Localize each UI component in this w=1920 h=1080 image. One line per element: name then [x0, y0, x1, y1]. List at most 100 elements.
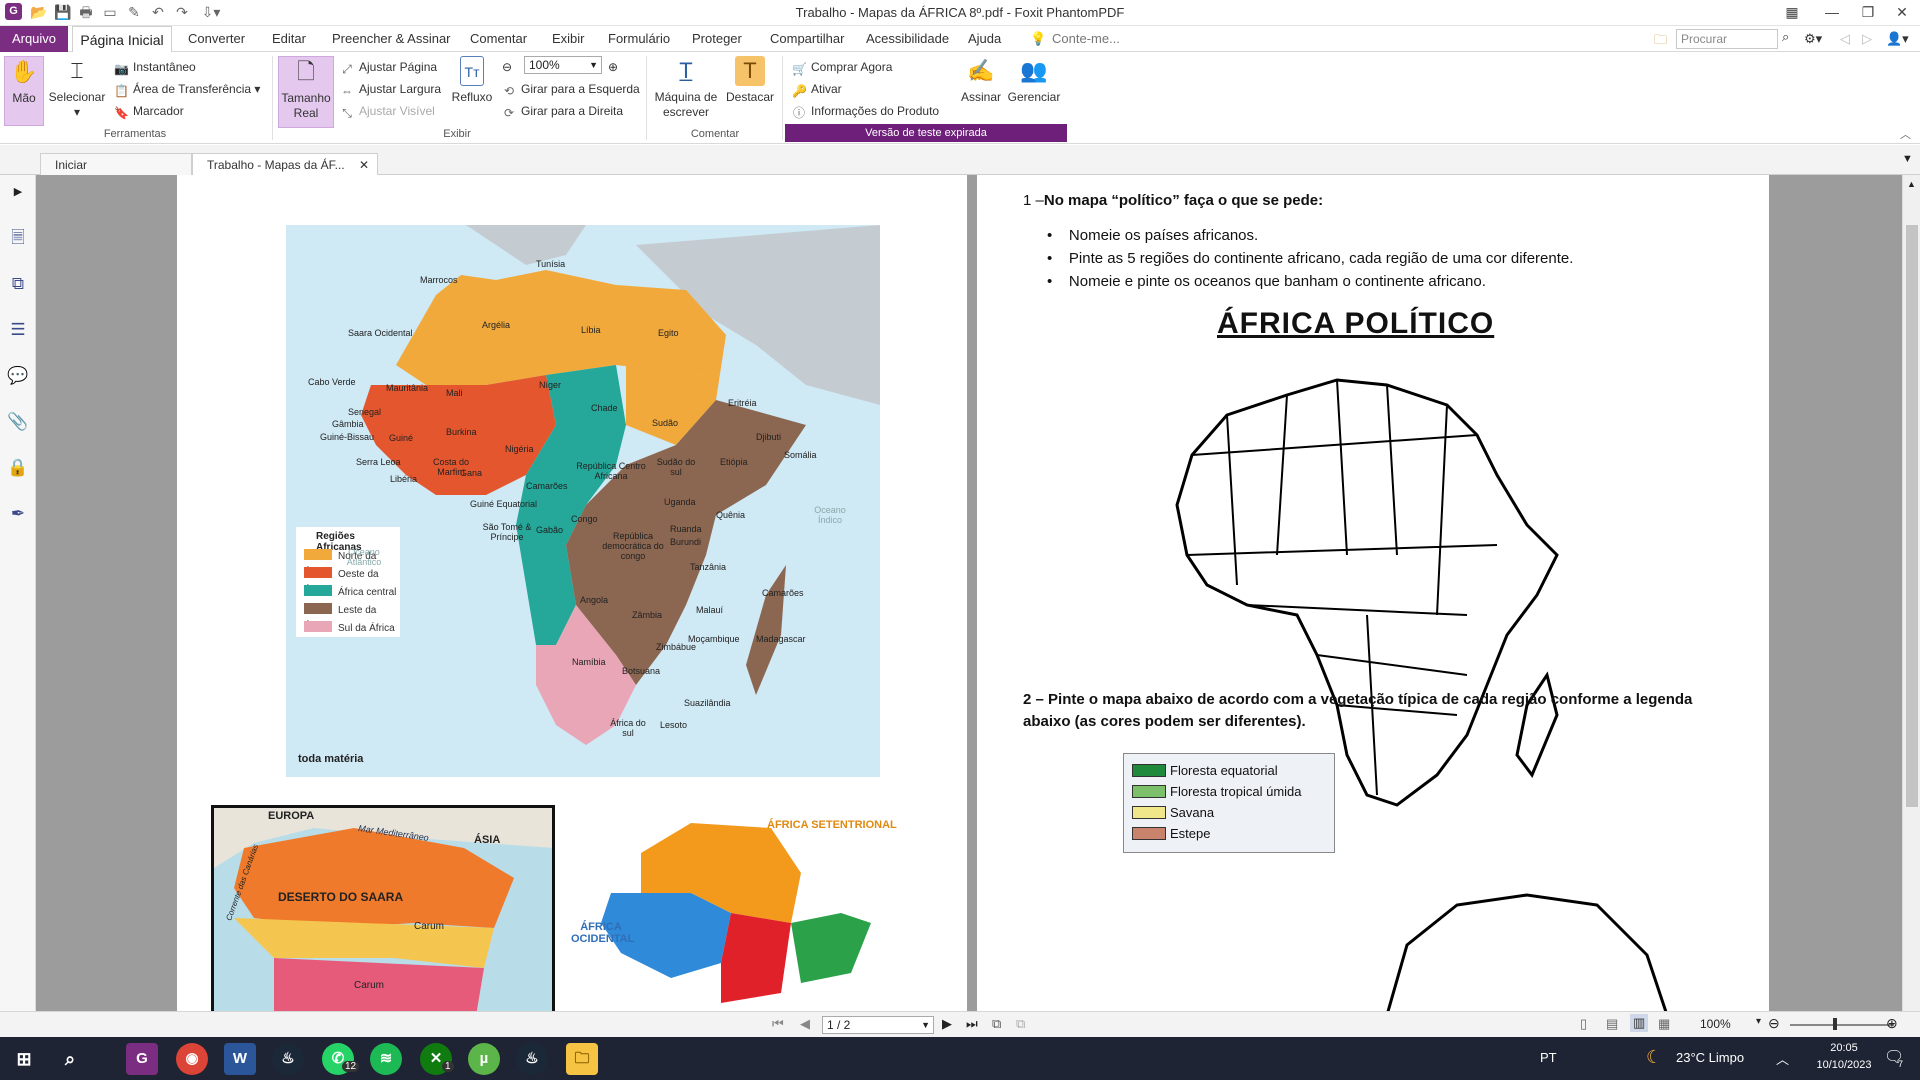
next-view-icon[interactable]: ⧉: [1016, 1016, 1025, 1032]
prev-page-icon[interactable]: ◀: [800, 1016, 810, 1032]
steam-icon[interactable]: ♨: [272, 1043, 304, 1075]
foxit-taskbar-icon[interactable]: G: [126, 1043, 158, 1075]
tell-me-icon[interactable]: 💡: [1030, 31, 1046, 47]
document-viewer[interactable]: Regiões Africanas Norte da África Oeste …: [36, 175, 1902, 1011]
menu-compartilhar[interactable]: Compartilhar: [770, 31, 844, 46]
typewriter-button[interactable]: T̲ Máquina de escrever: [652, 56, 720, 120]
search-icon[interactable]: ⌕: [54, 1043, 86, 1075]
language-indicator[interactable]: PT: [1540, 1050, 1557, 1065]
continuous-icon[interactable]: ▤: [1606, 1016, 1618, 1032]
previous-view-icon[interactable]: ⧉: [992, 1016, 1001, 1032]
question-2-line-2: abaixo (as cores podem ser diferentes).: [1023, 713, 1306, 730]
scroll-up-icon[interactable]: ▲: [1907, 179, 1916, 189]
steam-icon-2[interactable]: ♨: [516, 1043, 548, 1075]
zoom-dropdown-icon[interactable]: ▾: [1756, 1016, 1761, 1027]
sahara-map: EUROPA ÁSIA Mar Mediterrâneo Corrente da…: [211, 805, 555, 1011]
menu-preencher-assinar[interactable]: Preencher & Assinar: [332, 31, 451, 46]
vertical-scrollbar[interactable]: ▲: [1902, 175, 1920, 1011]
regions-map-image: [601, 823, 871, 1003]
activate-button[interactable]: 🔑 Ativar: [792, 80, 842, 98]
attachments-panel-icon[interactable]: 📎: [7, 411, 29, 433]
page-number-input[interactable]: 1 / 2 ▼: [822, 1016, 934, 1034]
bookmark-button[interactable]: 🔖 Marcador: [114, 102, 184, 120]
snapshot-button[interactable]: 📷 Instantâneo: [114, 58, 196, 76]
tab-iniciar[interactable]: Iniciar: [40, 153, 192, 175]
africa-regions-map: Regiões Africanas Norte da África Oeste …: [286, 225, 880, 777]
facing-icon[interactable]: ▥: [1630, 1014, 1649, 1032]
zoom-out-icon[interactable]: ⊖: [502, 58, 512, 76]
close-icon[interactable]: ✕: [1880, 0, 1920, 26]
settings-icon[interactable]: ⚙▾: [1804, 31, 1822, 47]
layers-panel-icon[interactable]: ☰: [7, 319, 29, 341]
search-icon[interactable]: ⌕: [1782, 29, 1789, 45]
pages-panel-icon[interactable]: ⧉: [7, 273, 29, 295]
spotify-icon[interactable]: ≋: [370, 1043, 402, 1075]
forward-icon[interactable]: ▷: [1862, 31, 1872, 47]
menu-proteger[interactable]: Proteger: [692, 31, 742, 46]
fit-page-button[interactable]: ⤢ Ajustar Página: [340, 58, 437, 76]
product-info-button[interactable]: ⓘ Informações do Produto: [792, 102, 939, 120]
expand-panel-icon[interactable]: ▶: [7, 181, 29, 203]
zoom-out-icon[interactable]: ⊖: [1768, 1015, 1780, 1032]
menu-formulario[interactable]: Formulário: [608, 31, 670, 46]
signatures-panel-icon[interactable]: ✒: [7, 503, 29, 525]
tab-document[interactable]: Trabalho - Mapas da ÁF... ✕: [192, 153, 378, 175]
select-cursor-icon: ⌶: [70, 58, 84, 83]
tell-me-input[interactable]: Conte-me...: [1052, 31, 1120, 46]
actual-size-button[interactable]: 🗋 Tamanho Real: [278, 56, 334, 128]
rotate-left-button[interactable]: ⟲ Girar para a Esquerda: [502, 80, 640, 98]
zoom-slider-thumb[interactable]: [1833, 1018, 1837, 1030]
clipboard-button[interactable]: 📋 Área de Transferência ▾: [114, 80, 260, 98]
tab-list-icon[interactable]: ▼: [1902, 153, 1913, 165]
close-tab-icon[interactable]: ✕: [359, 158, 369, 172]
user-icon[interactable]: 👤▾: [1886, 31, 1909, 47]
zoom-input[interactable]: 100% ▼: [524, 56, 602, 74]
menu-editar[interactable]: Editar: [272, 31, 306, 46]
word-icon[interactable]: W: [224, 1043, 256, 1075]
utorrent-icon[interactable]: µ: [468, 1043, 500, 1075]
collapse-ribbon-icon[interactable]: ︿: [1900, 126, 1911, 142]
sign-button[interactable]: ✍ Assinar: [956, 56, 1006, 105]
single-page-icon[interactable]: ▯: [1580, 1016, 1587, 1032]
highlight-button[interactable]: T Destacar: [724, 56, 776, 105]
hand-tool-button[interactable]: ✋ Mão: [4, 56, 44, 126]
menu-arquivo[interactable]: Arquivo: [0, 26, 68, 52]
scrollbar-thumb[interactable]: [1906, 225, 1918, 807]
chrome-icon[interactable]: ◉: [176, 1043, 208, 1075]
manage-button[interactable]: 👥 Gerenciar: [1006, 56, 1062, 105]
clock-date[interactable]: 10/10/2023: [1812, 1059, 1876, 1071]
first-page-icon[interactable]: ⏮: [772, 1016, 784, 1032]
buy-now-button[interactable]: 🛒 Comprar Agora: [792, 58, 892, 76]
weather-text[interactable]: 23°C Limpo: [1676, 1050, 1744, 1065]
continuous-facing-icon[interactable]: ▦: [1658, 1016, 1670, 1032]
menu-acessibilidade[interactable]: Acessibilidade: [866, 31, 949, 46]
security-panel-icon[interactable]: 🔒: [7, 457, 29, 479]
menu-converter[interactable]: Converter: [188, 31, 245, 46]
rotate-right-button[interactable]: ⟳ Girar para a Direita: [502, 102, 623, 120]
bookmarks-panel-icon[interactable]: 🗏: [7, 227, 29, 249]
search-input[interactable]: Procurar: [1676, 29, 1778, 49]
find-folder-icon[interactable]: 🗀: [1654, 31, 1667, 53]
zoom-in-icon[interactable]: ⊕: [1886, 1015, 1898, 1032]
file-explorer-icon[interactable]: 🗀: [566, 1043, 598, 1075]
select-tool-button[interactable]: ⌶ Selecionar ▾: [48, 56, 106, 120]
menu-exibir[interactable]: Exibir: [552, 31, 585, 46]
back-icon[interactable]: ◁: [1840, 31, 1850, 47]
menu-pagina-inicial[interactable]: Página Inicial: [72, 26, 172, 53]
legend-label: África central: [338, 587, 397, 598]
menu-comentar[interactable]: Comentar: [470, 31, 527, 46]
zoom-in-icon[interactable]: ⊕: [608, 58, 618, 76]
zoom-slider[interactable]: [1790, 1024, 1894, 1026]
fit-visible-button[interactable]: ⤡ Ajustar Visível: [340, 102, 435, 120]
last-page-icon[interactable]: ⏭: [966, 1016, 978, 1032]
ribbon-display-icon[interactable]: ▦: [1770, 0, 1814, 26]
clock-time[interactable]: 20:05: [1814, 1042, 1874, 1054]
reflow-button[interactable]: Tт Refluxo: [450, 56, 494, 105]
zoom-level[interactable]: 100%: [1700, 1017, 1731, 1031]
fit-width-button[interactable]: ⇔ Ajustar Largura: [340, 80, 441, 98]
windows-start-icon[interactable]: ⊞: [8, 1043, 40, 1075]
menu-ajuda[interactable]: Ajuda: [968, 31, 1001, 46]
next-page-icon[interactable]: ▶: [942, 1016, 952, 1032]
chevron-up-icon[interactable]: ︿: [1776, 1049, 1789, 1068]
comments-panel-icon[interactable]: 💬: [7, 365, 29, 387]
